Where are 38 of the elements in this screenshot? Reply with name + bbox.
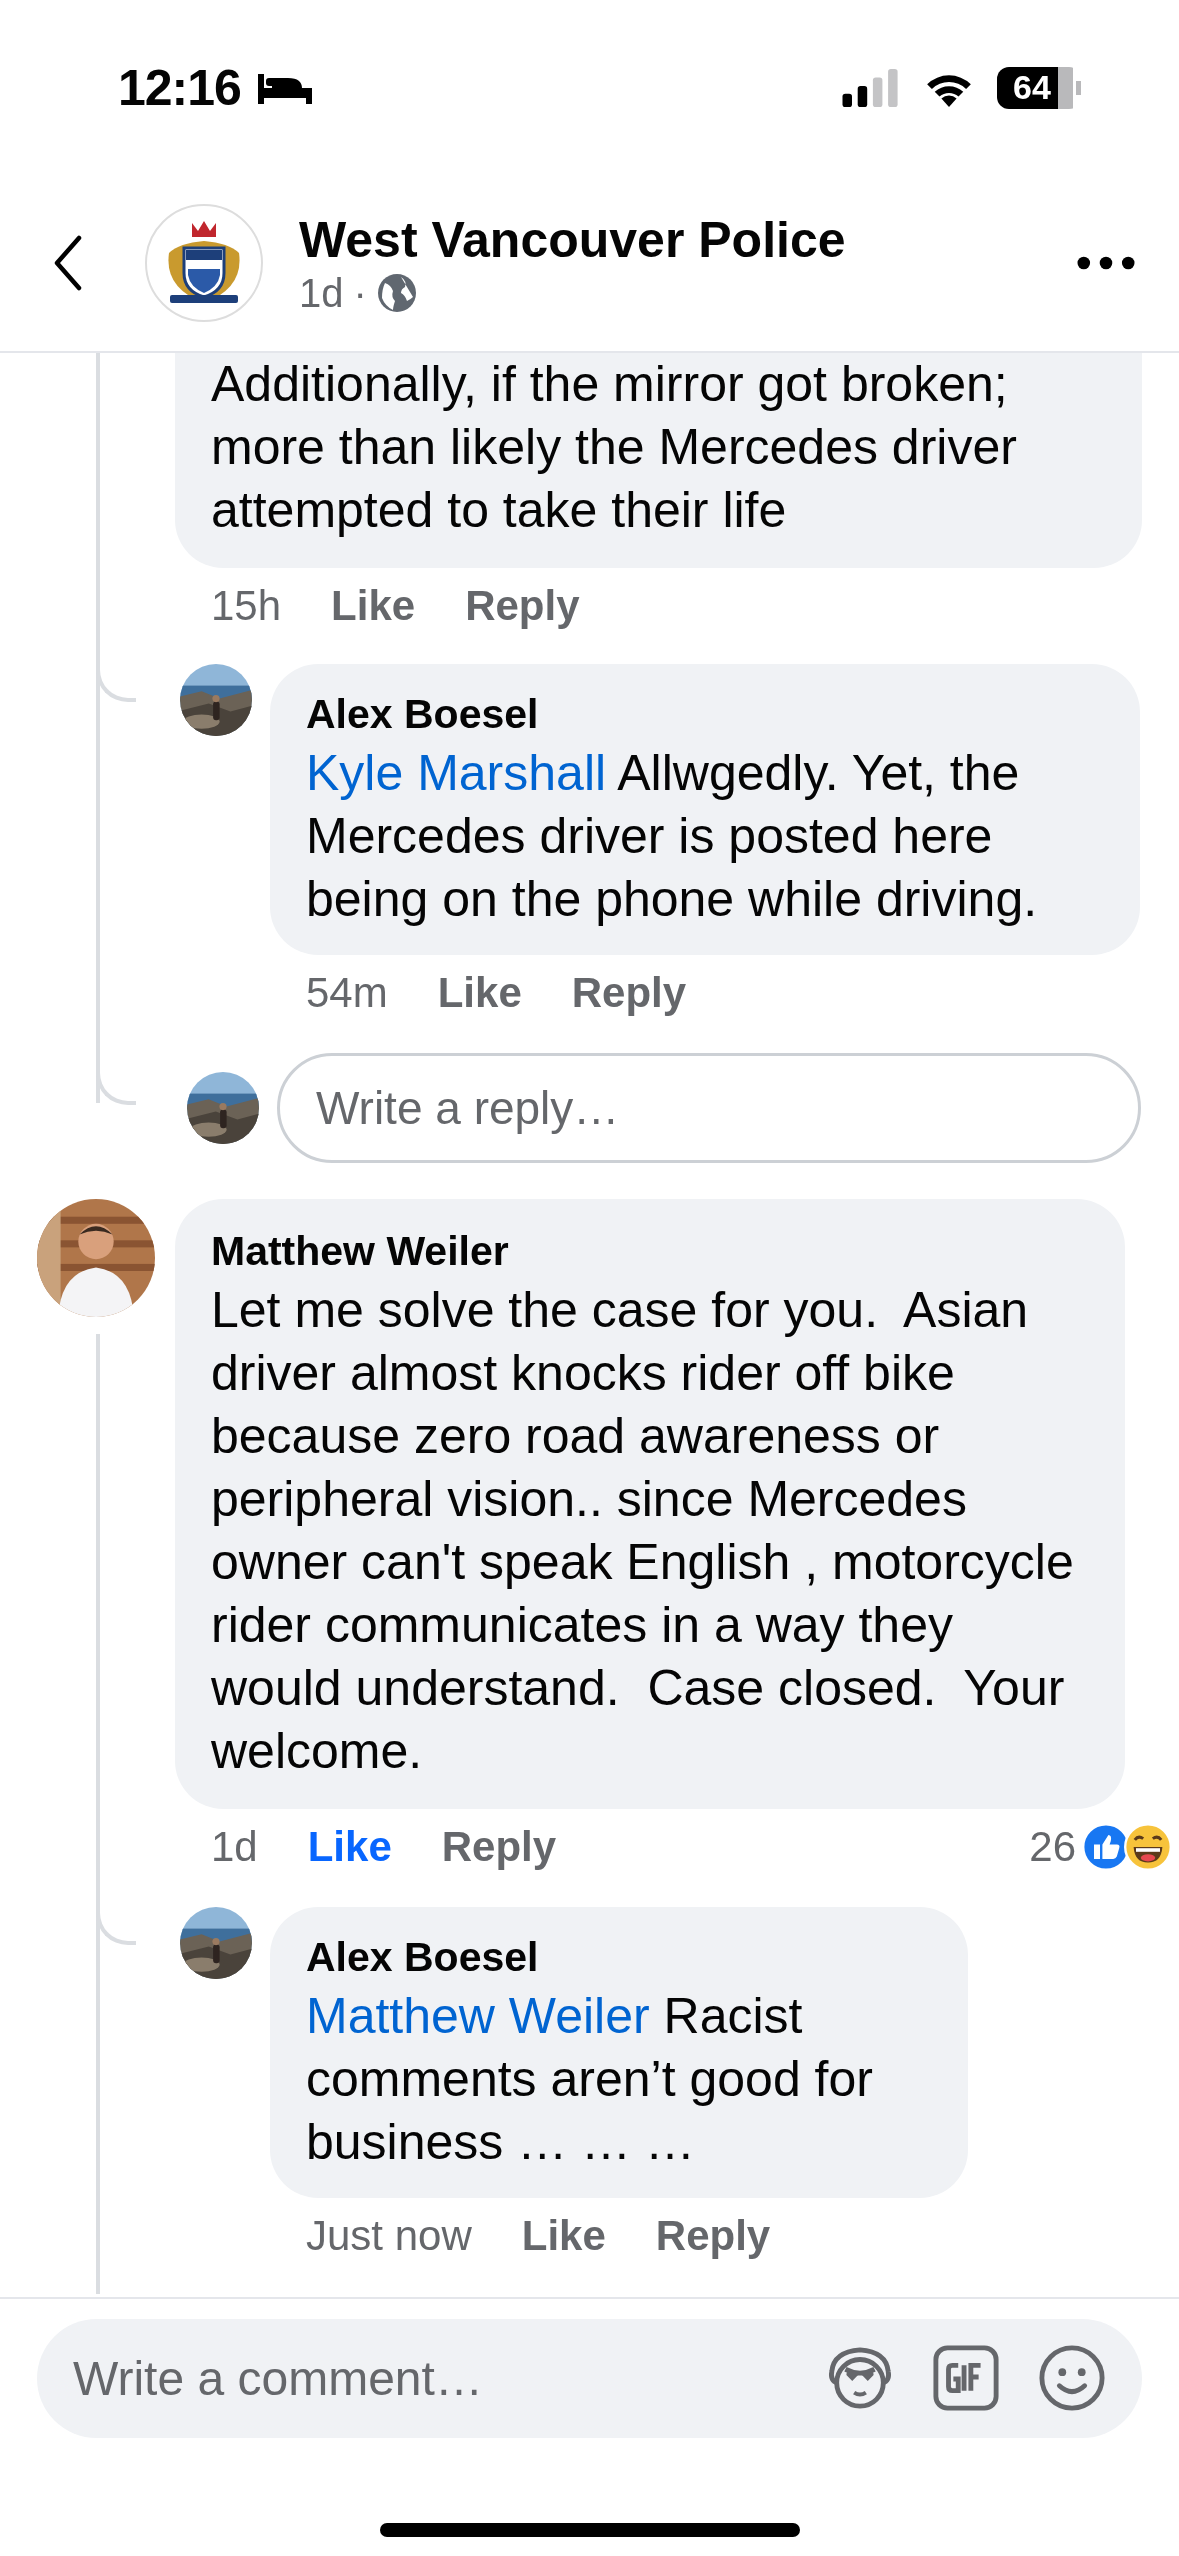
reply-button[interactable]: Reply <box>441 1823 557 1871</box>
post-time: 1d <box>299 270 344 316</box>
laughing-face-icon <box>1124 1823 1172 1871</box>
mention-link[interactable]: Matthew Weiler <box>306 1988 650 2044</box>
reply-button[interactable]: Reply <box>655 2212 771 2260</box>
comment-time: Just now <box>306 2212 472 2260</box>
like-button[interactable]: Like <box>437 969 522 1017</box>
status-time: 12:16 <box>118 58 241 117</box>
comment-time: 1d <box>211 1823 258 1871</box>
reply-button[interactable]: Reply <box>465 582 580 630</box>
like-button[interactable]: Like <box>521 2212 606 2260</box>
comment-text: Let me solve the case for you. Asian driver almost knocks rider off bike because zero road awareness or peripheral vision.. since Mercedes owner can't speak English , motorcycle rider communicates in a way they would understand. Case closed. Your welcome. <box>211 1281 1075 1781</box>
author-name[interactable]: Matthew Weiler <box>211 1223 1089 1279</box>
separator-dot: · <box>353 270 367 316</box>
mention-link[interactable]: Kyle Marshall <box>306 745 607 801</box>
comment-field[interactable]: Write a comment… <box>37 2319 1142 2438</box>
reaction-count: 26 <box>1029 1823 1076 1871</box>
gif-icon[interactable] <box>932 2344 1000 2412</box>
comment-text: Matthew Weiler Racist comments aren’t good for business … … … <box>306 1987 874 2172</box>
comment-text: Kyle Marshall Allwgedly. Yet, the Mercedes driver is posted here being on the phone while driving. <box>306 744 1039 929</box>
battery-percent: 64 <box>1013 68 1051 107</box>
reply-field[interactable]: Write a reply… <box>277 1053 1141 1163</box>
comment-time: 54m <box>306 969 388 1017</box>
comment-text: Additionally, if the mirror got broken; more than likely the Mercedes driver attempted to take their life <box>211 355 1018 540</box>
author-name[interactable]: Alex Boesel <box>306 686 1104 742</box>
author-name[interactable]: Alex Boesel <box>306 1929 932 1985</box>
sticker-face-icon[interactable] <box>826 2344 894 2412</box>
page-title[interactable]: West Vancouver Police <box>299 210 1077 269</box>
signal-icon <box>841 68 901 107</box>
globe-icon <box>376 273 417 313</box>
comment-time: 15h <box>211 582 282 630</box>
reply-button[interactable]: Reply <box>571 969 687 1017</box>
like-button[interactable]: Like <box>331 582 416 630</box>
more-icon[interactable] <box>1077 256 1135 270</box>
like-button[interactable]: Like <box>307 1823 392 1871</box>
back-icon[interactable] <box>52 235 84 291</box>
emoji-icon[interactable] <box>1038 2344 1106 2412</box>
crest-icon <box>144 203 264 323</box>
